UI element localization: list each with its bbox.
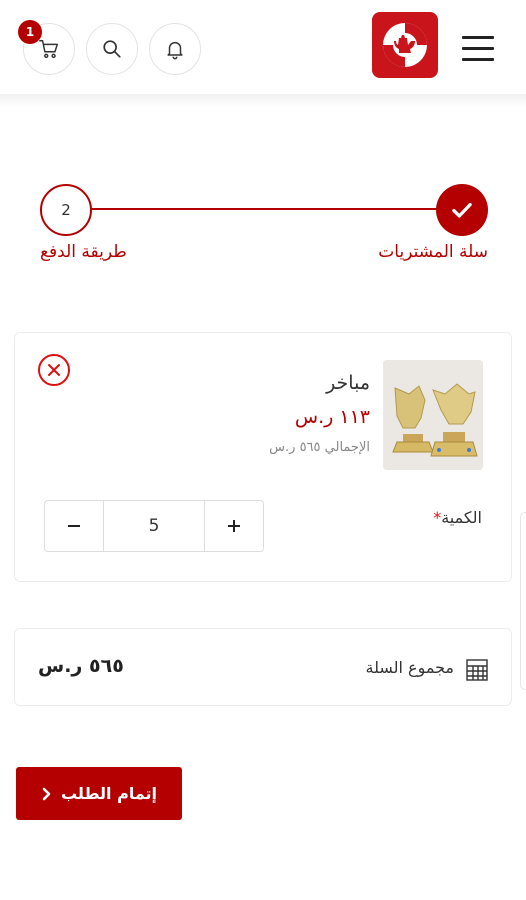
check-icon — [452, 202, 472, 218]
menu-button[interactable] — [462, 36, 494, 62]
brand-logo[interactable] — [372, 12, 438, 78]
product-line-total: الإجمالي ٥٦٥ ر.س — [269, 440, 370, 455]
cart-icon — [39, 40, 58, 59]
chevron-left-icon — [42, 787, 51, 800]
cart-count-badge: 1 — [18, 20, 42, 44]
search-button[interactable] — [86, 23, 138, 75]
plus-icon — [228, 520, 240, 532]
increase-quantity-button[interactable] — [205, 501, 263, 551]
required-mark: * — [433, 508, 442, 527]
cart-total-value: ٥٦٥ ر.س — [38, 655, 124, 677]
product-name[interactable]: مباخر — [326, 372, 370, 394]
remove-item-button[interactable] — [38, 354, 70, 386]
quantity-stepper: 5 — [44, 500, 264, 552]
calculator-icon — [466, 659, 488, 681]
step-payment-label: طريقة الدفع — [40, 242, 127, 262]
product-price: ١١٣ ر.س — [294, 406, 370, 428]
checkout-label: إتمام الطلب — [60, 784, 158, 803]
side-panel-edge — [520, 512, 526, 690]
menu-icon — [462, 36, 494, 39]
product-image[interactable] — [383, 360, 483, 470]
step-cart-label: سلة المشتريات — [378, 242, 488, 262]
header-shadow — [0, 94, 526, 108]
notifications-button[interactable] — [149, 23, 201, 75]
dallah-logo — [383, 23, 427, 67]
search-icon — [103, 40, 121, 58]
minus-icon — [68, 525, 80, 527]
decrease-quantity-button[interactable] — [45, 501, 103, 551]
stepper-line — [90, 208, 440, 210]
quantity-label-text: الكمية — [441, 508, 482, 527]
step-cart-done — [436, 184, 488, 236]
cart-total-label: مجموع السلة — [365, 658, 454, 677]
app-header — [0, 0, 526, 96]
quantity-input[interactable]: 5 — [103, 501, 205, 551]
incense-burner-image — [383, 360, 483, 470]
close-icon — [48, 364, 60, 376]
step-payment: 2 — [40, 184, 92, 236]
bell-icon — [167, 41, 183, 60]
quantity-label: الكمية* — [433, 508, 482, 527]
checkout-button[interactable]: إتمام الطلب — [16, 767, 182, 820]
